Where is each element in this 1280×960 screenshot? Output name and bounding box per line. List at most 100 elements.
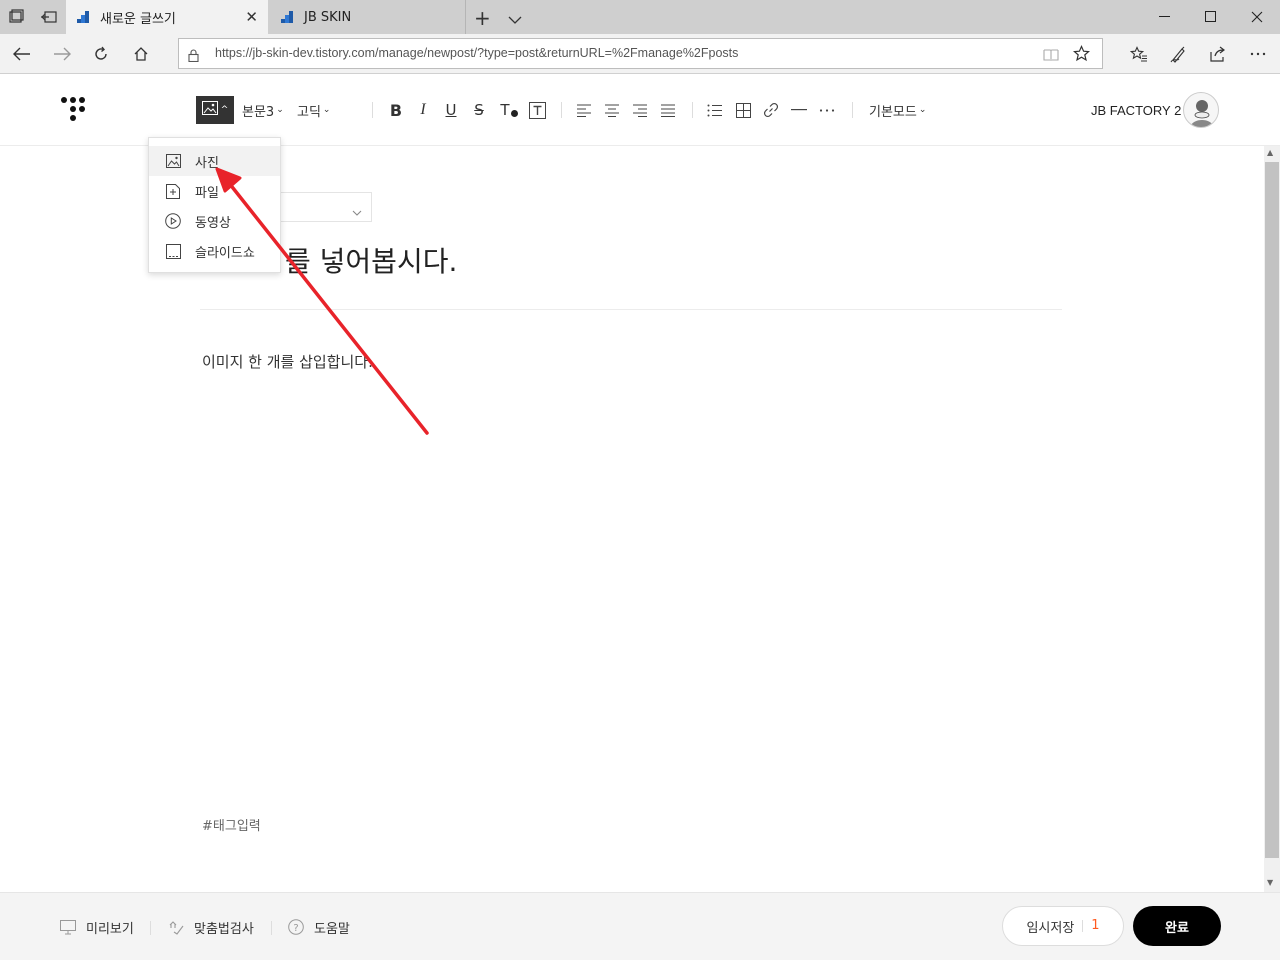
image-icon: [165, 153, 181, 169]
link-icon[interactable]: [762, 96, 780, 124]
menu-item-label: 슬라이드쇼: [195, 245, 255, 261]
editor-mode-dropdown[interactable]: 기본모드 ⌄: [869, 96, 926, 124]
tab-list-chevron-icon[interactable]: [508, 10, 522, 29]
tistory-logo-icon[interactable]: [60, 96, 86, 128]
tistory-favicon-icon: [280, 10, 294, 24]
help-label: 도움말: [314, 921, 350, 937]
more-tools-icon[interactable]: [818, 96, 836, 124]
blog-name[interactable]: JB FACTORY 2: [1091, 103, 1181, 118]
align-left-icon[interactable]: [575, 96, 593, 124]
menu-item-file[interactable]: 파일: [149, 176, 280, 206]
chevron-down-icon: ⌄: [918, 105, 927, 115]
image-icon: [201, 101, 218, 119]
url-text: https://jb-skin-dev.tistory.com/manage/n…: [215, 46, 739, 60]
scrollbar-thumb[interactable]: [1265, 162, 1279, 858]
font-family-dropdown[interactable]: 고딕 ⌄: [297, 96, 330, 124]
slideshow-icon: [165, 243, 181, 259]
refresh-icon[interactable]: [85, 40, 117, 68]
bottom-divider: [271, 921, 272, 935]
align-justify-icon[interactable]: [659, 96, 677, 124]
toolbar-divider: [372, 102, 373, 118]
help-circle-icon: ?: [288, 919, 304, 935]
post-title-input[interactable]: 를 넣어봅시다.: [285, 240, 457, 280]
help-button[interactable]: ? 도움말: [288, 917, 350, 937]
temp-save-count[interactable]: 1: [1082, 919, 1100, 932]
bullet-list-icon[interactable]: [705, 96, 725, 124]
favorites-list-icon[interactable]: [1123, 40, 1155, 68]
post-body-editor[interactable]: 이미지 한 개를 삽입합니다.: [202, 351, 373, 372]
italic-icon[interactable]: I: [414, 96, 432, 124]
temp-save-label: 임시저장: [1026, 920, 1075, 936]
bottom-divider: [150, 921, 151, 935]
tab-new-post[interactable]: 새로운 글쓰기 ✕: [66, 0, 268, 34]
chevron-down-icon: ⌄: [276, 105, 284, 115]
svg-text:?: ?: [293, 923, 298, 934]
file-add-icon: [165, 183, 181, 199]
set-aside-tabs-icon[interactable]: [40, 9, 58, 29]
menu-item-label: 동영상: [195, 215, 231, 231]
bold-icon[interactable]: B: [386, 96, 406, 124]
spellcheck-label: 맞춤법검사: [194, 921, 254, 937]
browser-tab-bar: 새로운 글쓰기 ✕ JB SKIN +: [0, 0, 1280, 34]
align-center-icon[interactable]: [603, 96, 621, 124]
close-tab-icon[interactable]: ✕: [245, 8, 258, 26]
strikethrough-icon[interactable]: S: [470, 96, 488, 124]
text-background-icon[interactable]: [527, 96, 547, 124]
underline-icon[interactable]: U: [442, 96, 460, 124]
paragraph-style-label: 본문3: [242, 104, 275, 120]
browser-address-bar: https://jb-skin-dev.tistory.com/manage/n…: [0, 34, 1280, 74]
menu-item-label: 사진: [195, 155, 219, 171]
pen-notes-icon[interactable]: [1163, 40, 1195, 68]
forward-arrow-icon[interactable]: [46, 40, 78, 68]
spellcheck-button[interactable]: 맞춤법검사: [168, 917, 254, 937]
paragraph-style-dropdown[interactable]: 본문3 ⌄: [242, 96, 284, 124]
preview-label: 미리보기: [86, 921, 134, 937]
tab-title: JB SKIN: [304, 9, 352, 25]
menu-item-photo[interactable]: 사진: [149, 146, 280, 176]
menu-item-label: 파일: [195, 185, 219, 201]
editor-mode-label: 기본모드: [869, 104, 917, 120]
table-icon[interactable]: [734, 96, 752, 124]
share-icon[interactable]: [1202, 40, 1234, 68]
toolbar-divider: [561, 102, 562, 118]
tag-input[interactable]: #태그입력: [202, 815, 261, 834]
insert-media-button[interactable]: ^: [196, 96, 234, 124]
media-insert-menu: 사진 파일 동영상 슬라이드쇼: [148, 137, 281, 273]
publish-done-button[interactable]: 완료: [1133, 906, 1221, 946]
menu-item-slideshow[interactable]: 슬라이드쇼: [149, 236, 280, 266]
address-input[interactable]: https://jb-skin-dev.tistory.com/manage/n…: [178, 38, 1103, 69]
chevron-down-icon: [352, 202, 362, 221]
close-window-icon[interactable]: [1234, 0, 1280, 34]
tistory-favicon-icon: [76, 10, 90, 24]
scroll-up-icon[interactable]: ▲: [1267, 148, 1273, 157]
preview-button[interactable]: 미리보기: [60, 917, 134, 937]
toolbar-divider: [852, 102, 853, 118]
favorite-star-icon[interactable]: [1072, 45, 1091, 66]
more-menu-icon[interactable]: [1242, 40, 1274, 68]
menu-item-video[interactable]: 동영상: [149, 206, 280, 236]
back-arrow-icon[interactable]: [6, 40, 38, 68]
chevron-down-icon: ⌄: [322, 105, 331, 115]
title-divider: [200, 309, 1062, 310]
avatar[interactable]: [1183, 92, 1219, 128]
spellcheck-icon: [168, 919, 184, 935]
caret-up-icon: ^: [220, 105, 229, 115]
tab-jb-skin[interactable]: JB SKIN: [268, 0, 466, 34]
new-tab-icon[interactable]: +: [474, 6, 491, 30]
tab-title: 새로운 글쓰기: [100, 11, 176, 27]
home-icon[interactable]: [125, 40, 157, 68]
lock-icon: [188, 47, 199, 63]
tab-actions-icon[interactable]: [8, 9, 24, 29]
temp-save-button[interactable]: 임시저장 1: [1002, 906, 1124, 946]
minimize-icon[interactable]: [1142, 0, 1188, 34]
editor-bottom-bar: 미리보기 맞춤법검사 ? 도움말 임시저장 1 완료: [0, 892, 1280, 960]
reading-view-icon[interactable]: [1043, 47, 1059, 66]
text-color-icon[interactable]: T: [498, 96, 520, 124]
scroll-down-icon[interactable]: ▼: [1267, 878, 1273, 887]
monitor-icon: [60, 919, 76, 935]
maximize-icon[interactable]: [1188, 0, 1234, 34]
editor-toolbar: ^ 본문3 ⌄ 고딕 ⌄ B I U S T 기본모드 ⌄ JB FACTORY…: [0, 74, 1280, 146]
align-right-icon[interactable]: [631, 96, 649, 124]
video-play-icon: [165, 213, 181, 229]
horizontal-rule-icon[interactable]: [790, 96, 808, 124]
